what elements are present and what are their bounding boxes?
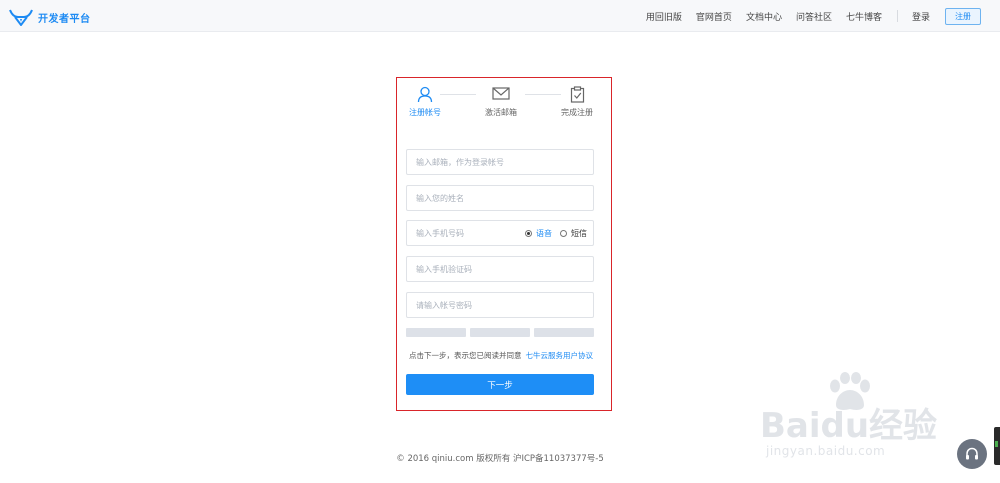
strength-bar-weak xyxy=(406,328,466,337)
radio-sms-label: 短信 xyxy=(571,228,587,238)
name-field xyxy=(406,185,594,211)
baidu-jingyan-watermark: Baidu经验 jingyan.baidu.com xyxy=(760,372,950,462)
brand-name: 开发者平台 xyxy=(38,13,91,25)
clipboard-check-icon xyxy=(570,86,584,103)
top-nav: 用回旧版 官网首页 文档中心 问答社区 七牛博客 登录 注册 xyxy=(646,0,1000,32)
next-step-button[interactable]: 下一步 xyxy=(406,374,594,395)
password-input[interactable] xyxy=(407,293,587,317)
user-agreement-link[interactable]: 七牛云服务用户协议 xyxy=(526,351,594,360)
step-label: 完成注册 xyxy=(561,108,593,117)
radio-sms[interactable]: 短信 xyxy=(560,228,587,239)
phone-field: 语音 短信 xyxy=(406,220,594,246)
sms-code-field xyxy=(406,256,594,282)
brand-logo[interactable]: 开发者平台 xyxy=(9,7,91,27)
login-link[interactable]: 登录 xyxy=(912,10,930,23)
email-input[interactable] xyxy=(407,150,587,174)
agreement-text: 点击下一步，表示您已阅读并同意 七牛云服务用户协议 xyxy=(409,350,593,361)
step-label: 激活邮箱 xyxy=(485,108,517,117)
password-field xyxy=(406,292,594,318)
watermark-sub: jingyan.baidu.com xyxy=(766,444,886,458)
nav-community[interactable]: 问答社区 xyxy=(796,10,832,23)
side-toolbar-strip[interactable] xyxy=(994,427,1000,465)
headset-icon xyxy=(966,447,978,460)
email-field xyxy=(406,149,594,175)
agreement-prefix: 点击下一步，表示您已阅读并同意 xyxy=(409,351,522,360)
register-button[interactable]: 注册 xyxy=(945,7,981,25)
verify-method-group: 语音 短信 xyxy=(525,221,587,245)
top-header: 开发者平台 用回旧版 官网首页 文档中心 问答社区 七牛博客 登录 注册 xyxy=(0,0,1000,32)
nav-docs[interactable]: 文档中心 xyxy=(746,10,782,23)
nav-divider xyxy=(896,10,898,22)
step-label: 注册帐号 xyxy=(409,108,441,117)
user-icon xyxy=(417,86,433,103)
strength-bar-strong xyxy=(534,328,594,337)
step-complete: 完成注册 xyxy=(547,86,607,118)
radio-voice-label: 语音 xyxy=(536,228,552,238)
strength-bar-medium xyxy=(470,328,530,337)
radio-voice-dot[interactable] xyxy=(525,229,532,237)
name-input[interactable] xyxy=(407,186,587,210)
nav-old-version[interactable]: 用回旧版 xyxy=(646,10,682,23)
qiniu-bull-logo-icon xyxy=(9,9,33,26)
watermark-main: Baidu经验 xyxy=(760,406,938,446)
radio-voice[interactable]: 语音 xyxy=(525,228,552,239)
step-activate-email: 激活邮箱 xyxy=(471,86,531,118)
registration-steps: 注册帐号 激活邮箱 完成注册 xyxy=(397,86,610,118)
step-register-account: 注册帐号 xyxy=(395,86,455,118)
mail-icon xyxy=(492,87,510,100)
password-strength-meter xyxy=(406,328,594,337)
nav-blog[interactable]: 七牛博客 xyxy=(846,10,882,23)
radio-sms-dot[interactable] xyxy=(560,229,567,237)
customer-support-button[interactable] xyxy=(957,439,987,469)
nav-official-home[interactable]: 官网首页 xyxy=(696,10,732,23)
registration-panel: 注册帐号 激活邮箱 完成注册 输入邮箱，作为登录帐号 输入您的姓名 输入手机号码… xyxy=(396,77,612,411)
phone-input[interactable] xyxy=(407,221,527,245)
sms-code-input[interactable] xyxy=(407,257,587,281)
